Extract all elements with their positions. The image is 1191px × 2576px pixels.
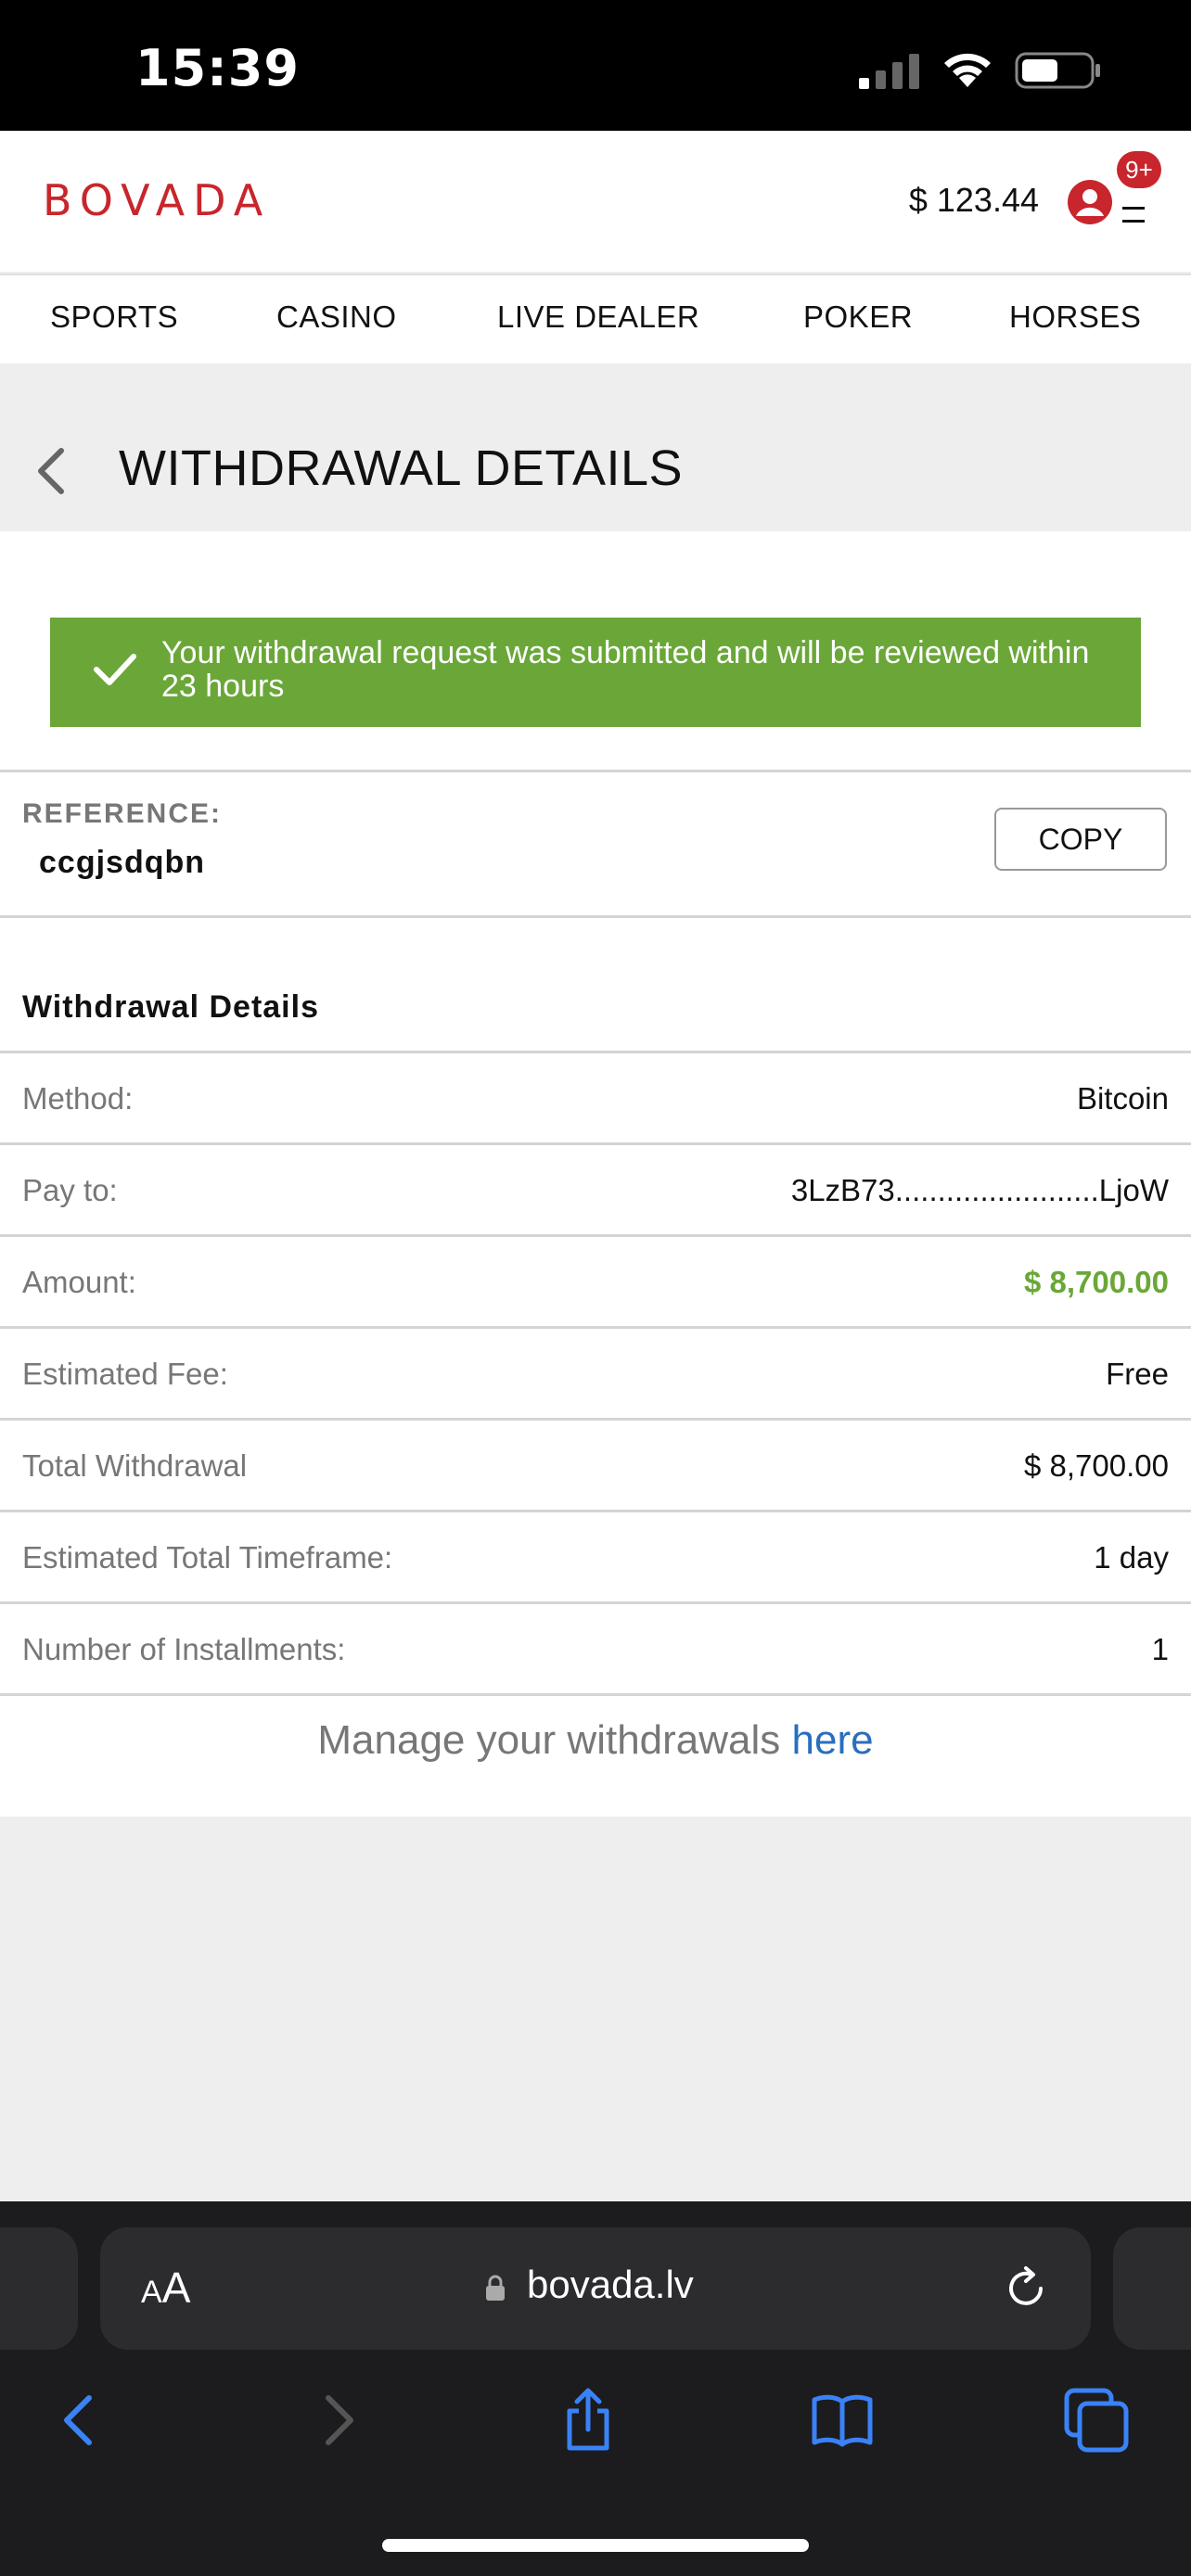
nav-item-poker[interactable]: POKER xyxy=(803,300,913,335)
detail-row-total-withdrawal: Total Withdrawal $ 8,700.00 xyxy=(0,1418,1191,1510)
url-text[interactable]: bovada.lv xyxy=(527,2263,694,2307)
nav-item-sports[interactable]: SPORTS xyxy=(50,300,178,335)
detail-label: Estimated Fee: xyxy=(22,1357,228,1391)
detail-value-amount: $ 8,700.00 xyxy=(1024,1265,1169,1299)
battery-icon xyxy=(1015,52,1100,89)
detail-row-pay-to: Pay to: 3LzB73........................Lj… xyxy=(0,1142,1191,1234)
address-bar[interactable]: AA bovada.lv xyxy=(100,2227,1091,2350)
detail-label: Method: xyxy=(22,1081,134,1116)
nav-item-horses[interactable]: HORSES xyxy=(1009,300,1141,335)
detail-row-amount: Amount: $ 8,700.00 xyxy=(0,1234,1191,1326)
details-table: Method: Bitcoin Pay to: 3LzB73..........… xyxy=(0,1051,1191,1696)
aa-small: A xyxy=(141,2275,162,2310)
details-heading: Withdrawal Details xyxy=(22,989,319,1025)
aa-large: A xyxy=(161,2264,191,2312)
detail-label: Estimated Total Timeframe: xyxy=(22,1540,393,1575)
detail-row-timeframe: Estimated Total Timeframe: 1 day xyxy=(0,1510,1191,1601)
menu-icon[interactable] xyxy=(1121,203,1146,225)
reference-value: ccgjsdqbn xyxy=(39,845,206,880)
home-indicator[interactable] xyxy=(382,2539,809,2552)
account-balance[interactable]: $ 123.44 xyxy=(909,181,1039,220)
status-time: 15:39 xyxy=(135,39,300,97)
manage-withdrawals-link[interactable]: here xyxy=(792,1717,874,1763)
check-icon xyxy=(94,654,136,685)
detail-row-method: Method: Bitcoin xyxy=(0,1051,1191,1142)
reader-options-button[interactable]: AA xyxy=(141,2263,190,2313)
back-icon[interactable] xyxy=(46,2387,113,2454)
wifi-icon xyxy=(944,53,991,87)
success-message: Your withdrawal request was submitted an… xyxy=(161,635,1090,704)
detail-row-estimated-fee: Estimated Fee: Free xyxy=(0,1326,1191,1418)
reference-section: REFERENCE: ccgjsdqbn COPY xyxy=(0,770,1191,918)
browser-bottom-bar: AA bovada.lv xyxy=(0,2201,1191,2576)
success-banner: Your withdrawal request was submitted an… xyxy=(50,618,1141,727)
account-icon[interactable] xyxy=(1067,179,1113,225)
status-icons xyxy=(859,48,1102,93)
reload-icon[interactable] xyxy=(1000,2263,1052,2315)
detail-value: 1 xyxy=(1151,1632,1169,1666)
page-title: WITHDRAWAL DETAILS xyxy=(119,440,684,496)
detail-value: 1 day xyxy=(1094,1540,1169,1575)
detail-label: Total Withdrawal xyxy=(22,1448,248,1483)
nav-item-live-dealer[interactable]: LIVE DEALER xyxy=(497,300,699,335)
forward-icon[interactable] xyxy=(304,2387,371,2454)
reference-label: REFERENCE: xyxy=(22,798,223,829)
next-tab-peek[interactable] xyxy=(1113,2227,1191,2350)
bovada-logo[interactable]: BOVADA xyxy=(43,175,271,225)
bookmarks-icon[interactable] xyxy=(809,2387,876,2454)
previous-tab-peek[interactable] xyxy=(0,2227,78,2350)
withdrawal-content: Your withdrawal request was submitted an… xyxy=(0,531,1191,1817)
page-title-bar: WITHDRAWAL DETAILS xyxy=(0,363,1191,531)
main-nav: SPORTS CASINO LIVE DEALER POKER HORSES xyxy=(0,274,1191,364)
detail-value: Bitcoin xyxy=(1076,1081,1169,1116)
copy-button[interactable]: COPY xyxy=(994,808,1167,871)
detail-value: 3LzB73........................LjoW xyxy=(790,1173,1169,1207)
nav-item-casino[interactable]: CASINO xyxy=(276,300,397,335)
detail-row-installments: Number of Installments: 1 xyxy=(0,1601,1191,1696)
detail-value: Free xyxy=(1106,1357,1169,1391)
manage-withdrawals-line: Manage your withdrawals here xyxy=(0,1717,1191,1764)
back-chevron-icon[interactable] xyxy=(33,447,67,495)
manage-text: Manage your withdrawals xyxy=(317,1717,781,1763)
notification-badge: 9+ xyxy=(1117,151,1161,188)
detail-label: Pay to: xyxy=(22,1173,118,1207)
detail-value: $ 8,700.00 xyxy=(1024,1448,1169,1483)
tabs-icon[interactable] xyxy=(1063,2387,1130,2454)
signal-icon xyxy=(859,54,919,89)
detail-label: Number of Installments: xyxy=(22,1632,346,1666)
status-bar: 15:39 xyxy=(0,0,1191,131)
site-header: BOVADA $ 123.44 9+ xyxy=(0,131,1191,272)
lock-icon xyxy=(486,2275,505,2301)
share-icon[interactable] xyxy=(555,2387,621,2454)
detail-label: Amount: xyxy=(22,1265,136,1299)
